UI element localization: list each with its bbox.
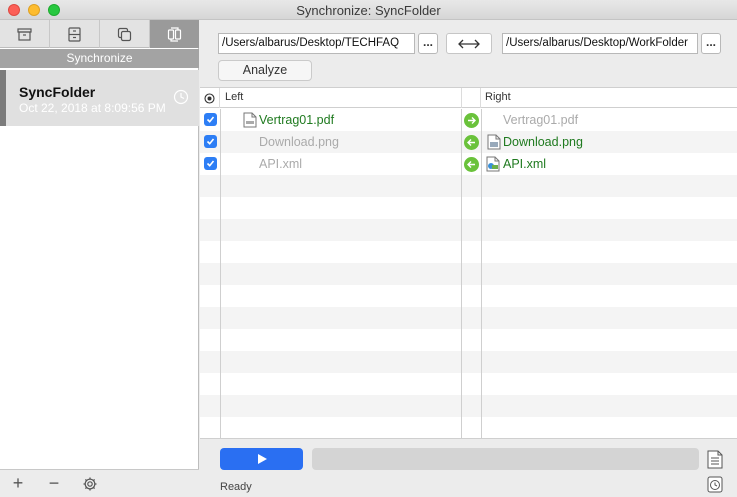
empty-row [200, 417, 737, 438]
tab-copy[interactable] [100, 20, 150, 48]
sync-icon [167, 26, 182, 42]
row-checkbox[interactable] [204, 157, 217, 170]
sync-direction-left[interactable] [464, 157, 479, 172]
sync-item-date: Oct 22, 2018 at 8:09:56 PM [19, 101, 166, 115]
tab-drawer[interactable] [50, 20, 100, 48]
tab-synchronize[interactable] [150, 20, 199, 48]
empty-row [200, 395, 737, 417]
column-header-left[interactable]: Left [225, 91, 243, 103]
column-divider [220, 109, 221, 438]
left-file-name: API.xml [259, 157, 303, 171]
remove-button[interactable]: − [36, 471, 72, 497]
tab-archive[interactable] [0, 20, 50, 48]
sync-direction-right[interactable] [464, 113, 479, 128]
empty-row [200, 285, 737, 307]
sync-list-item[interactable]: SyncFolder Oct 22, 2018 at 8:09:56 PM [0, 70, 199, 126]
play-icon [257, 454, 267, 464]
swap-arrows-icon [458, 39, 480, 48]
table-row[interactable]: Vertrag01.pdf Vertrag01.pdf [200, 109, 737, 131]
clock-icon[interactable] [173, 89, 189, 105]
empty-row [200, 351, 737, 373]
sidebar: Synchronize SyncFolder Oct 22, 2018 at 8… [0, 20, 199, 497]
drawer-icon [68, 26, 81, 42]
main-panel: /Users/albarus/Desktop/TECHFAQ ... /User… [200, 20, 737, 497]
bottom-bar: Ready [200, 438, 737, 497]
left-file-name: Download.png [259, 135, 339, 149]
column-header-right[interactable]: Right [485, 91, 511, 103]
column-divider [481, 109, 482, 438]
table-rows: Vertrag01.pdf Vertrag01.pdf Download.png… [200, 109, 737, 438]
log-document-icon[interactable] [707, 450, 723, 469]
column-divider [461, 109, 462, 438]
empty-row [200, 373, 737, 395]
progress-bar [312, 448, 699, 470]
history-clock-icon[interactable] [707, 476, 723, 493]
row-checkbox[interactable] [204, 135, 217, 148]
archive-icon [17, 27, 32, 41]
copy-icon [117, 27, 132, 41]
sync-item-name: SyncFolder [19, 84, 96, 100]
settings-button[interactable] [72, 471, 108, 497]
right-file-name: Vertrag01.pdf [503, 113, 579, 127]
analyze-button[interactable]: Analyze [218, 60, 312, 81]
start-sync-button[interactable] [220, 448, 303, 470]
table-row[interactable]: API.xml API.xml [200, 153, 737, 175]
file-table: Left Right Vertrag01.pdf Vertrag01.pdf D… [200, 87, 737, 438]
empty-row [200, 197, 737, 219]
empty-row [200, 241, 737, 263]
select-all-toggle[interactable] [200, 88, 220, 108]
empty-row [200, 307, 737, 329]
column-header-direction [461, 88, 481, 108]
pdf-file-icon [243, 112, 257, 128]
sidebar-bottom-bar: + − [0, 469, 199, 497]
image-file-icon [487, 134, 501, 150]
sidebar-tabbar [0, 20, 199, 48]
browse-right-button[interactable]: ... [701, 33, 721, 54]
empty-row [200, 263, 737, 285]
browse-left-button[interactable]: ... [418, 33, 438, 54]
row-checkbox[interactable] [204, 113, 217, 126]
sync-direction-left[interactable] [464, 135, 479, 150]
swap-button[interactable] [446, 33, 492, 54]
empty-row [200, 175, 737, 197]
left-file-name: Vertrag01.pdf [259, 113, 335, 127]
empty-row [200, 329, 737, 351]
left-path-field[interactable]: /Users/albarus/Desktop/TECHFAQ [218, 33, 415, 54]
right-file-name: Download.png [503, 135, 583, 149]
gear-icon [83, 477, 97, 490]
tab-caption: Synchronize [0, 49, 199, 68]
empty-row [200, 219, 737, 241]
target-icon [204, 92, 215, 104]
window-title: Synchronize: SyncFolder [296, 3, 441, 18]
table-row[interactable]: Download.png Download.png [200, 131, 737, 153]
status-text: Ready [220, 481, 252, 493]
right-file-name: API.xml [503, 157, 547, 171]
title-bar: Synchronize: SyncFolder [0, 0, 737, 20]
right-path-field[interactable]: /Users/albarus/Desktop/WorkFolder [502, 33, 698, 54]
table-header: Left Right [200, 88, 737, 108]
xml-file-icon [486, 156, 500, 172]
add-button[interactable]: + [0, 471, 36, 497]
